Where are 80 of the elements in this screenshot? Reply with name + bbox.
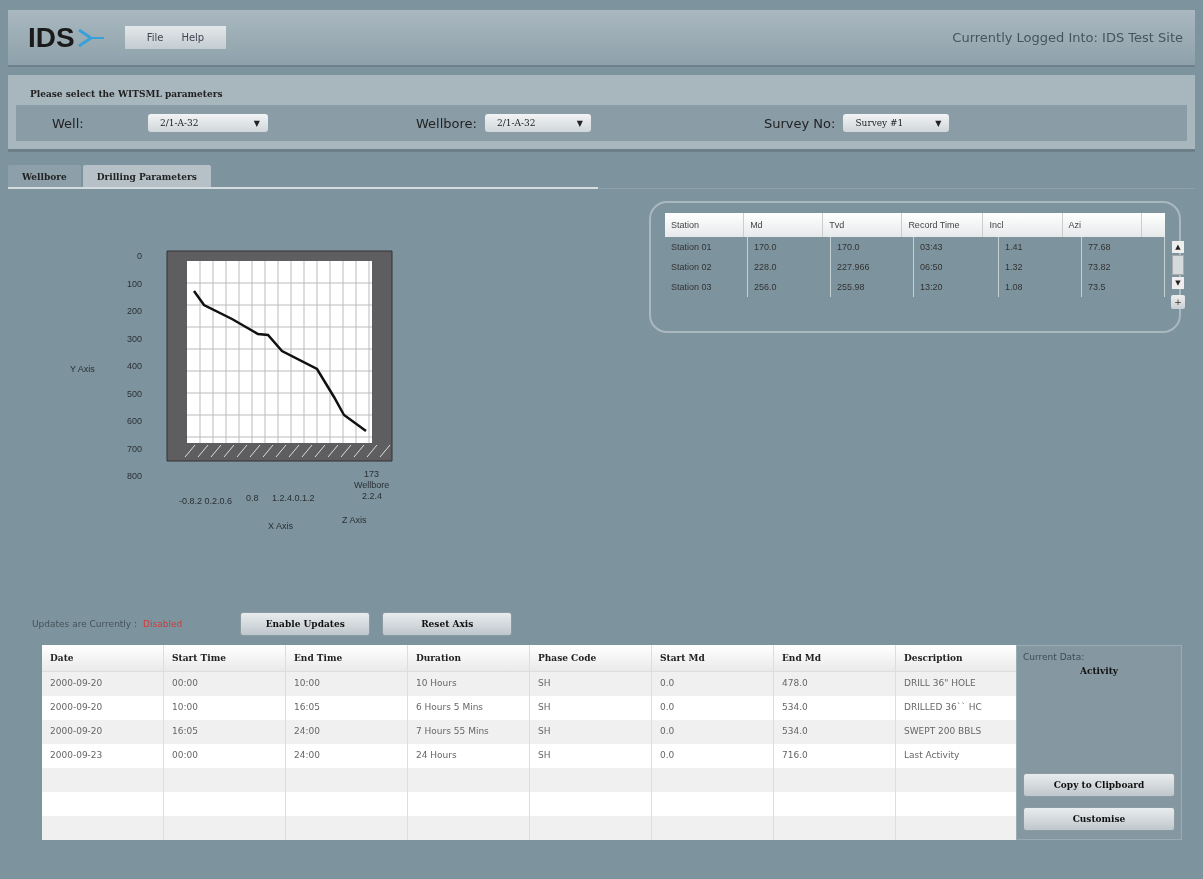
login-status: Currently Logged Into: IDS Test Site	[952, 30, 1183, 45]
table-cell-text: DRILLED 36`` HC	[903, 701, 983, 714]
column-header[interactable]: Start Md	[652, 645, 774, 671]
current-data-value: Activity	[1079, 666, 1119, 676]
column-header[interactable]: End Time	[286, 645, 408, 671]
add-button[interactable]: +	[1171, 295, 1185, 309]
axis-tick-label: 200	[126, 306, 142, 316]
table-cell: 73.5	[1082, 277, 1165, 297]
column-header[interactable]: Duration	[408, 645, 530, 671]
tab[interactable]: Drilling Parameters	[82, 165, 211, 188]
axis-tick-label: 600	[126, 416, 142, 426]
column-header[interactable]: Start Time	[164, 645, 286, 671]
panel-title: Please select the WITSML parameters	[30, 89, 224, 99]
table-cell: 170.0	[831, 237, 914, 257]
axis-tick-label: 100	[126, 278, 142, 289]
column-header[interactable]: Azi	[1062, 213, 1142, 237]
column-header[interactable]: Md	[744, 213, 824, 237]
caret-icon: ▼	[576, 118, 583, 128]
menu-item[interactable]: Help	[181, 32, 205, 43]
scroll-thumb[interactable]	[1172, 255, 1184, 275]
axis-tick-label: 700	[126, 443, 142, 454]
axis-label: Wellbore	[354, 480, 390, 490]
action-button[interactable]: Enable Updates	[240, 612, 371, 636]
status-value: Disabled	[143, 619, 183, 629]
status-label: Updates are Currently :	[32, 619, 138, 629]
table-cell: Station 03	[665, 277, 748, 297]
column-header[interactable]: Incl	[983, 213, 1063, 237]
table-cell: 255.98	[831, 277, 914, 297]
table-cell: Station 01	[665, 237, 748, 257]
column-header[interactable]: Phase Code	[530, 645, 652, 671]
column-header[interactable]: Date	[42, 645, 164, 671]
table-cell: 228.0	[748, 257, 831, 277]
table-cell: 256.0	[748, 277, 831, 297]
axis-tick-label: 0.8	[246, 493, 259, 503]
table-cell: 1.41	[999, 237, 1082, 257]
table-cell: 06:50	[914, 257, 999, 277]
table-cell-text: DRILL 36" HOLE	[903, 677, 977, 690]
column-header[interactable]: Station	[665, 213, 745, 237]
axis-tick-label: 0	[137, 251, 142, 261]
dropdown[interactable]: 2/1-A-32 ▼	[484, 114, 591, 132]
axis-tick-label: 2.2.4	[362, 491, 383, 501]
axis-tick-label: 500	[126, 388, 142, 399]
tab[interactable]: Wellbore	[8, 165, 81, 188]
column-header[interactable]: Record Time	[902, 213, 984, 237]
caret-icon: ▼	[253, 118, 260, 128]
axis-tick-label: -0.8.2 0.2.0.6	[179, 496, 233, 506]
table-cell: 227.966	[831, 257, 914, 277]
axis-tick-label: 300	[126, 333, 142, 344]
table-cell: 1.08	[999, 277, 1082, 297]
axis-title: Y Axis	[70, 364, 95, 374]
caret-icon: ▼	[935, 118, 942, 128]
field-label: Survey No:	[764, 115, 836, 131]
logo: IDS	[28, 21, 75, 54]
field-label: Wellbore:	[416, 115, 477, 131]
table-cell: 73.82	[1082, 257, 1165, 277]
table-cell: 1.32	[999, 257, 1082, 277]
action-button[interactable]: Copy to Clipboard	[1023, 773, 1175, 797]
table-cell: 03:43	[914, 237, 999, 257]
table-cell-text: SWEPT 200 BBLS	[903, 725, 983, 738]
panel-label: Current Data:	[1023, 652, 1086, 662]
dropdown[interactable]: 2/1-A-32 ▼	[148, 114, 268, 132]
column-header[interactable]: Description	[896, 645, 1016, 671]
axis-tick-label: 800	[126, 471, 142, 481]
action-button[interactable]: Customise	[1023, 807, 1175, 831]
axis-title: Z Axis	[342, 515, 367, 525]
column-header[interactable]: Tvd	[823, 213, 903, 237]
table-cell: 170.0	[748, 237, 831, 257]
axis-tick-label: 1.2.4.0.1.2	[272, 493, 315, 503]
action-button[interactable]: Reset Axis	[382, 612, 513, 636]
table-cell: Station 02	[665, 257, 748, 277]
table-cell-text: Last Activity	[903, 749, 961, 762]
table-cell: 77.68	[1082, 237, 1165, 257]
axis-tick-label: 400	[126, 361, 142, 371]
dropdown[interactable]: Survey #1 ▼	[843, 114, 950, 132]
column-header[interactable]: End Md	[774, 645, 896, 671]
field-label: Well:	[52, 115, 85, 131]
axis-tick-label: 173	[364, 469, 380, 479]
axis-title: X Axis	[268, 521, 293, 531]
table-cell: 13:20	[914, 277, 999, 297]
menu-item[interactable]: File	[146, 32, 164, 43]
